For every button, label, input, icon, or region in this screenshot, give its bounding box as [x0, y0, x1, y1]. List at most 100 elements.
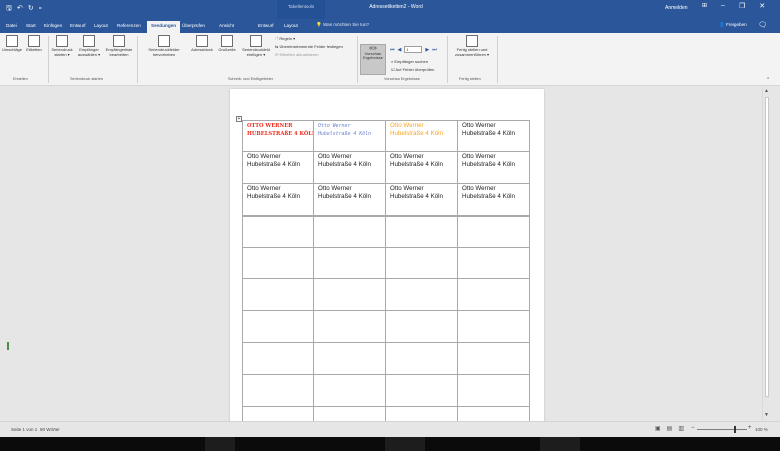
- label-cell[interactable]: Otto Werner Hubelstraße 4 Köln: [458, 151, 530, 184]
- customize-icon[interactable]: =: [39, 5, 42, 13]
- zoom-in-icon[interactable]: +: [748, 425, 752, 431]
- tab-ueberpruefen[interactable]: Überprüfen: [182, 22, 205, 33]
- label-cell[interactable]: [314, 215, 386, 248]
- empfaenger-auswaehlen-button[interactable]: Empfänger auswählen ▾: [76, 35, 102, 57]
- tab-ansicht[interactable]: Ansicht: [219, 22, 234, 33]
- minimize-icon[interactable]: –: [721, 2, 725, 10]
- label-cell[interactable]: [458, 343, 530, 376]
- tab-table-layout[interactable]: Layout: [284, 22, 298, 33]
- tab-table-entwurf[interactable]: Entwurf: [258, 22, 274, 33]
- label-cell[interactable]: [242, 279, 314, 312]
- read-mode-icon[interactable]: ▣: [655, 425, 661, 432]
- label-cell[interactable]: [458, 279, 530, 312]
- seriendruck-starten-button[interactable]: Seriendruck starten ▾: [50, 35, 74, 57]
- label-cell[interactable]: [314, 279, 386, 312]
- restore-icon[interactable]: ❐: [739, 2, 745, 10]
- vertical-scrollbar[interactable]: ▲ ▼: [762, 87, 770, 421]
- sign-in-link[interactable]: Anmelden: [665, 5, 688, 11]
- tab-entwurf[interactable]: Entwurf: [70, 22, 86, 33]
- tab-start[interactable]: Start: [26, 22, 36, 33]
- label-cell[interactable]: Otto Werner Hubelstraße 4 Köln: [386, 120, 458, 152]
- last-record-icon[interactable]: ⏭: [432, 47, 437, 53]
- label-cell[interactable]: [242, 247, 314, 280]
- redo-icon[interactable]: ↻: [28, 5, 34, 13]
- first-record-icon[interactable]: ⏮: [390, 47, 395, 53]
- label-cell[interactable]: [314, 311, 386, 344]
- label-cell[interactable]: Otto Werner Hubelstraße 4 Köln: [242, 151, 314, 184]
- label-cell[interactable]: [242, 375, 314, 408]
- previous-record-icon[interactable]: ◀: [398, 47, 402, 53]
- label-cell[interactable]: Otto Werner Hubelstraße 4 Köln: [314, 120, 386, 152]
- empfaengerliste-bearbeiten-button[interactable]: Empfängerliste bearbeiten: [104, 35, 134, 57]
- label-cell[interactable]: [386, 215, 458, 248]
- record-number-input[interactable]: 1: [404, 46, 423, 53]
- label-cell[interactable]: OTTO WERNER HUBELSTRAßE 4 KÖLN: [242, 120, 314, 152]
- next-record-icon[interactable]: ▶: [425, 47, 429, 53]
- label-cell[interactable]: [458, 407, 530, 421]
- fertig-stellen-button[interactable]: Fertig stellen und zusammenführen ▾: [450, 35, 494, 57]
- label-cell[interactable]: [386, 279, 458, 312]
- share-button[interactable]: 👤 Freigeben: [719, 22, 747, 28]
- taskbar-item[interactable]: [205, 437, 235, 451]
- label-cell[interactable]: Otto Werner Hubelstraße 4 Köln: [386, 151, 458, 184]
- empfaenger-suchen-button[interactable]: ⌕ Empfänger suchen: [391, 59, 428, 64]
- tab-layout[interactable]: Layout: [94, 22, 108, 33]
- zoom-level[interactable]: 100 %: [755, 427, 768, 432]
- word-count[interactable]: 80 Wörter: [40, 427, 60, 432]
- fehler-pruefen-button[interactable]: ☑ Auf Fehler überprüfen: [391, 67, 434, 72]
- label-cell[interactable]: Otto Werner Hubelstraße 4 Köln: [458, 183, 530, 216]
- tab-referenzen[interactable]: Referenzen: [117, 22, 141, 33]
- web-layout-icon[interactable]: ▥: [678, 425, 684, 432]
- etiketten-button[interactable]: Etiketten: [23, 35, 45, 53]
- zoom-slider[interactable]: [697, 429, 747, 430]
- regeln-button[interactable]: 🗋 Regeln ▾: [275, 36, 295, 43]
- label-cell[interactable]: [386, 343, 458, 376]
- taskbar-item[interactable]: [385, 437, 425, 451]
- update-labels-button[interactable]: ⟳ Etiketten aktualisieren: [275, 52, 319, 57]
- document-page[interactable]: + OTTO WERNER HUBELSTRAßE 4 KÖLN Otto We…: [230, 89, 544, 421]
- label-cell[interactable]: [242, 343, 314, 376]
- save-icon[interactable]: 🖫: [6, 5, 12, 13]
- label-cell[interactable]: Otto Werner Hubelstraße 4 Köln: [314, 151, 386, 184]
- tab-sendungen[interactable]: Sendungen: [147, 21, 181, 33]
- tab-einfuegen[interactable]: Einfügen: [44, 22, 62, 33]
- comment-icon[interactable]: 🗨: [758, 21, 767, 29]
- label-cell[interactable]: [314, 247, 386, 280]
- undo-icon[interactable]: ↶: [17, 5, 23, 13]
- label-cell[interactable]: [458, 247, 530, 280]
- page-count[interactable]: Seite 1 von 1: [11, 427, 37, 432]
- label-cell[interactable]: [458, 375, 530, 408]
- label-cell[interactable]: [314, 375, 386, 408]
- scroll-thumb[interactable]: [765, 97, 769, 397]
- label-cell[interactable]: [314, 343, 386, 376]
- label-cell[interactable]: [242, 311, 314, 344]
- label-cell[interactable]: Otto Werner Hubelstraße 4 Köln: [458, 120, 530, 152]
- label-cell[interactable]: [386, 407, 458, 421]
- collapse-ribbon-icon[interactable]: ⌃: [766, 77, 770, 83]
- label-cell[interactable]: [458, 215, 530, 248]
- label-cell[interactable]: [242, 407, 314, 421]
- seriendruckfelder-hervorheben-button[interactable]: Seriendruckfelder hervorheben: [140, 35, 188, 57]
- label-cell[interactable]: Otto Werner Hubelstraße 4 Köln: [242, 183, 314, 216]
- label-cell[interactable]: Otto Werner Hubelstraße 4 Köln: [314, 183, 386, 216]
- ribbon-display-icon[interactable]: ⊞: [702, 2, 707, 10]
- taskbar-item[interactable]: [540, 437, 580, 451]
- umschlaege-button[interactable]: Umschläge: [2, 35, 22, 53]
- vorschau-ergebnisse-button[interactable]: «» Vorschau Ergebnisse: [360, 44, 386, 75]
- scroll-down-icon[interactable]: ▼: [764, 412, 769, 418]
- zoom-slider-thumb[interactable]: [734, 426, 736, 433]
- label-cell[interactable]: [386, 311, 458, 344]
- scroll-up-icon[interactable]: ▲: [764, 88, 769, 94]
- label-cell[interactable]: [386, 375, 458, 408]
- print-layout-icon[interactable]: ▤: [667, 425, 673, 432]
- match-fields-button[interactable]: ⇆ Übereinstimmende Felder festlegen: [275, 44, 343, 49]
- tab-datei[interactable]: Datei: [6, 22, 17, 33]
- label-cell[interactable]: [458, 311, 530, 344]
- label-cell[interactable]: [386, 247, 458, 280]
- grusszeile-button[interactable]: Grußzeile: [216, 35, 238, 53]
- label-cell[interactable]: Otto Werner Hubelstraße 4 Köln: [386, 183, 458, 216]
- seriendruckfeld-einfuegen-button[interactable]: Seriendruckfeld einfügen ▾: [239, 35, 273, 57]
- zoom-out-icon[interactable]: −: [691, 425, 695, 431]
- adressblock-button[interactable]: Adressblock: [189, 35, 215, 53]
- label-cell[interactable]: [314, 407, 386, 421]
